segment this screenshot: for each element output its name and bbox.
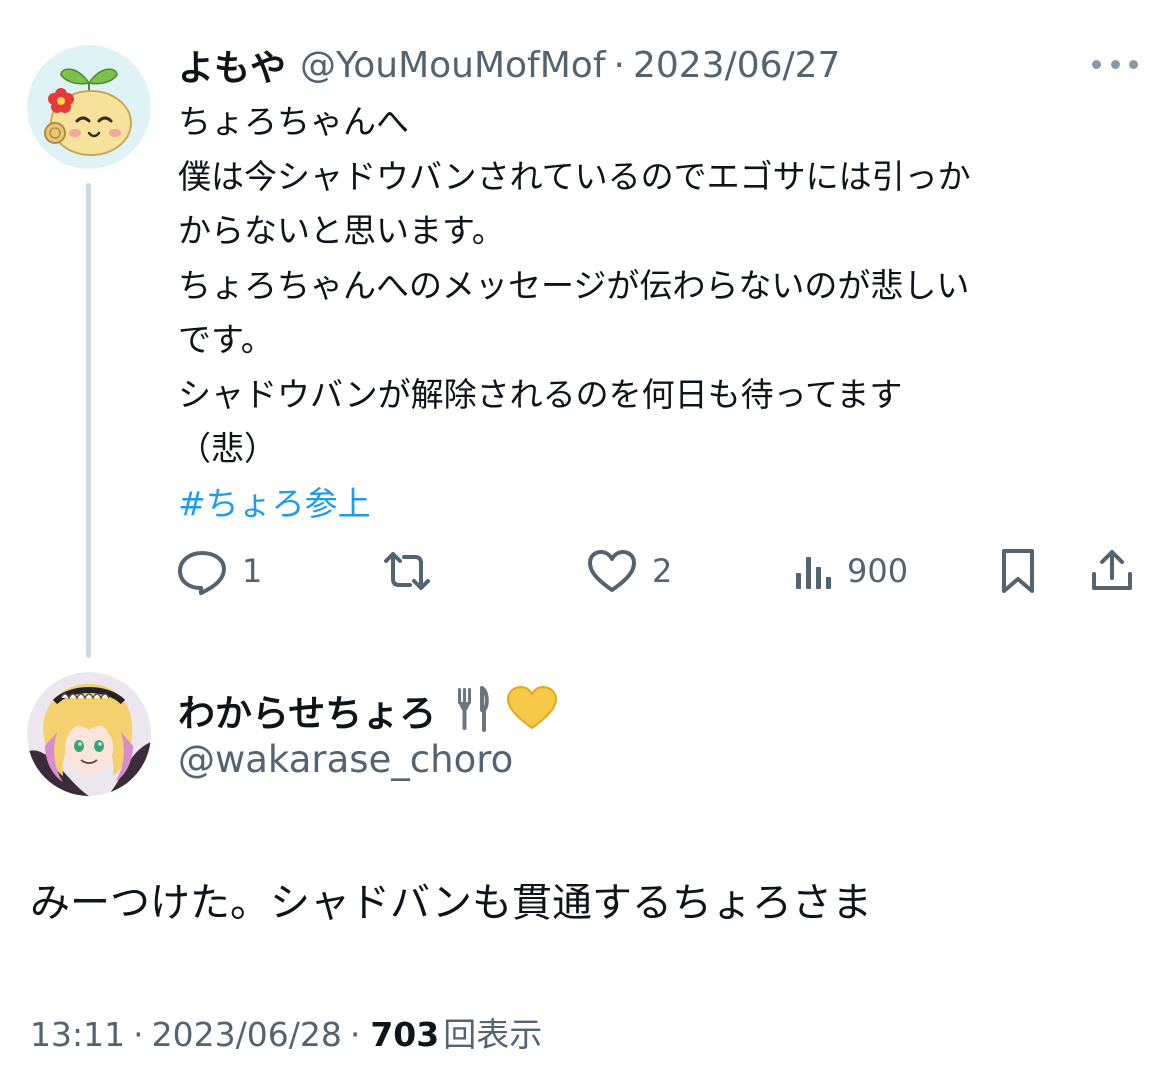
retweet-button[interactable]	[382, 543, 446, 598]
reply-button[interactable]: 1	[176, 543, 262, 598]
tweet-action-bar: 1 2 900	[176, 543, 1146, 598]
fork-and-knife-icon	[454, 684, 492, 736]
reply-icon	[176, 547, 228, 595]
tweet-text-line: ちょろちゃんへのメッセージが伝わらないのが悲しい	[178, 265, 970, 305]
display-name[interactable]: わからせちょろ	[178, 683, 436, 737]
reply-tweet-text: みーつけた。シャドバンも貫通するちょろさま	[30, 880, 872, 926]
hashtag-link[interactable]: #ちょろ参上	[178, 477, 1138, 532]
tweet-date[interactable]: 2023/06/28	[152, 1015, 342, 1054]
bookmark-icon	[998, 547, 1038, 595]
view-count[interactable]: 703	[370, 1015, 439, 1054]
avatar-wakarase-choro[interactable]	[27, 672, 151, 796]
tweet-metadata: 13:11 · 2023/06/28 · 703 回表示	[30, 1008, 542, 1056]
views-icon	[793, 551, 833, 591]
like-count: 2	[652, 551, 673, 590]
view-count: 900	[847, 551, 909, 590]
views-label: 回表示	[443, 1015, 543, 1054]
share-icon	[1090, 548, 1134, 594]
views-button[interactable]: 900	[793, 543, 908, 598]
separator-dot: ·	[613, 44, 625, 86]
tweet-date[interactable]: 2023/06/27	[633, 45, 841, 86]
tweet-text-line: 僕は今シャドウバンされているのでエゴサには引っか	[178, 156, 971, 196]
yellow-heart-icon	[506, 685, 558, 735]
parent-tweet-text: ちょろちゃんへ 僕は今シャドウバンされているのでエゴサには引っか からないと思い…	[178, 95, 1138, 531]
thread-connector-line	[86, 183, 91, 658]
parent-tweet-header: よもや @YouMouMofMof · 2023/06/27	[178, 40, 840, 90]
like-icon	[586, 548, 638, 594]
bookmark-button[interactable]	[998, 543, 1038, 598]
avatar-yomoya[interactable]	[27, 45, 151, 169]
tweet-text-line: ちょろちゃんへ	[178, 102, 409, 141]
more-icon[interactable]	[1092, 56, 1138, 72]
reply-tweet-header: わからせちょろ	[178, 682, 558, 737]
tweet-text-line: （悲）	[178, 429, 277, 468]
tweet-text-line: シャドウバンが解除されるのを何日も待ってます	[178, 374, 903, 414]
reply-count: 1	[242, 551, 263, 590]
tweet-text-line: です。	[178, 320, 274, 359]
share-button[interactable]	[1090, 543, 1134, 598]
retweet-icon	[382, 549, 432, 593]
user-handle[interactable]: @wakarase_choro	[178, 738, 513, 781]
like-button[interactable]: 2	[586, 543, 672, 598]
display-name[interactable]: よもや	[178, 39, 286, 91]
user-handle[interactable]: @YouMouMofMof	[300, 45, 605, 86]
tweet-text-line: からないと思います。	[178, 211, 505, 250]
tweet-time[interactable]: 13:11	[30, 1015, 125, 1054]
separator-dot: ·	[349, 1015, 361, 1054]
separator-dot: ·	[133, 1015, 144, 1054]
